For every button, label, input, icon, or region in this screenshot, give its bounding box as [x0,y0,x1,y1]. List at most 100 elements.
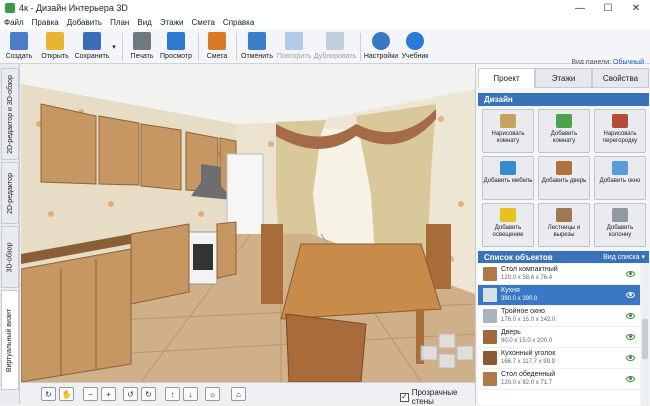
tab-3d-view[interactable]: 3D-обзор [1,226,19,288]
settings-button[interactable]: Настройки [364,31,398,63]
print-button[interactable]: Печать [128,31,156,63]
zoom-out-button[interactable]: − [83,387,98,401]
home-view-button[interactable]: ⌂ [231,387,246,401]
visibility-eye-icon[interactable] [626,292,635,298]
printer-icon [133,32,151,50]
add-door-button[interactable]: Добавить дверь [538,156,590,200]
add-column-button[interactable]: Добавить колонну [594,203,646,247]
visibility-eye-icon[interactable] [626,313,635,319]
visibility-eye-icon[interactable] [626,334,635,340]
right-panel: Проект Этажи Свойства Дизайн Нарисовать … [475,64,650,405]
estimate-button[interactable]: Смета [204,31,230,63]
visibility-eye-icon[interactable] [626,376,635,382]
new-doc-icon [10,32,28,50]
light-button[interactable]: ☼ [205,387,220,401]
scrollbar-thumb[interactable] [642,319,648,359]
tab-project[interactable]: Проект [478,68,535,88]
list-item[interactable]: Стол компактный 120.0 x 58.6 x 76.4 [478,264,640,285]
add-lighting-button[interactable]: Добавить освещение [482,203,534,247]
transparent-walls-checkbox[interactable]: ✓ [400,392,409,402]
tab-floors[interactable]: Этажи [535,68,592,88]
tilt-up-icon: ↑ [170,389,175,399]
add-window-button[interactable]: Добавить окно [594,156,646,200]
chair-front [285,313,367,382]
chevron-down-icon: ▾ [112,44,116,51]
add-room-button[interactable]: Добавить комнату [538,109,590,153]
object-thumbnail [483,372,497,386]
chair-back [261,224,283,304]
list-item[interactable]: Кухня 390.0 x 390.0 [478,285,640,306]
minimize-button[interactable]: — [566,0,594,16]
draw-room-button[interactable]: Нарисовать комнату [482,109,534,153]
stairs-icon [556,208,572,222]
window-icon [612,161,628,175]
viewport-controls: ↻ ✋ − + ↺ ↻ ↑ ↓ ☼ ⌂ ✓ Прозрачные стены [21,382,475,406]
tab-2d-and-3d[interactable]: 2D-редактор и 3D-обзор [1,68,19,160]
tab-2d-editor[interactable]: 2D-редактор [1,162,19,224]
menu-edit[interactable]: Правка [32,18,59,27]
visibility-eye-icon[interactable] [626,271,635,277]
zoom-in-button[interactable]: + [101,387,116,401]
zoom-in-icon: + [106,389,111,399]
stairs-cutouts-button[interactable]: Лестницы и вырезы [538,203,590,247]
tutorial-button[interactable]: Учебник [400,31,430,63]
object-thumbnail [483,309,497,323]
list-item[interactable]: Дверь 90.0 x 15.0 x 200.0 [478,327,640,348]
view-mode-tabs: 2D-редактор и 3D-обзор 2D-редактор 3D-об… [0,64,20,404]
tilt-down-button[interactable]: ↓ [183,387,198,401]
draw-partition-button[interactable]: Нарисовать перегородку [594,109,646,153]
toolbar-divider [236,33,237,61]
toolbar-divider [122,33,123,61]
help-icon [406,32,424,50]
right-panel-tabs: Проект Этажи Свойства [478,68,649,88]
oven-window [193,244,213,270]
menu-file[interactable]: Файл [4,18,24,27]
column-icon [612,208,628,222]
toolbar-divider [360,33,361,61]
list-item[interactable]: Кухонный уголок 166.7 x 117.7 x 99.9 [478,348,640,369]
rotate-right-button[interactable]: ↻ [141,387,156,401]
menu-floors[interactable]: Этажи [160,18,184,27]
menu-view[interactable]: Вид [137,18,151,27]
object-thumbnail [483,351,497,365]
menu-estimate[interactable]: Смета [191,18,214,27]
tilt-up-button[interactable]: ↑ [165,387,180,401]
view-360-button[interactable]: ↻ [41,387,56,401]
kitchen-3d-scene[interactable] [21,64,475,382]
menu-help[interactable]: Справка [223,18,254,27]
preview-button[interactable]: Просмотр [160,31,192,63]
duplicate-button[interactable]: Дублировать [314,31,356,63]
rotate-left-button[interactable]: ↺ [123,387,138,401]
tab-virtual-visit[interactable]: Виртуальный визит [1,290,19,390]
save-button[interactable]: Сохранить [74,31,110,63]
add-furniture-button[interactable]: Добавить мебель [482,156,534,200]
app-icon [5,3,15,13]
menu-bar: Файл Правка Добавить План Вид Этажи Смет… [0,16,650,29]
home-icon: ⌂ [236,389,241,399]
create-button[interactable]: Создать [4,31,34,63]
object-list-scrollbar[interactable] [641,264,649,405]
visibility-eye-icon[interactable] [626,355,635,361]
save-dropdown-button[interactable]: ▾ [110,31,118,63]
tab-properties[interactable]: Свойства [592,68,649,88]
menu-plan[interactable]: План [110,18,129,27]
estimate-icon [208,32,226,50]
folder-icon [46,32,64,50]
redo-button[interactable]: Повторить [276,31,312,63]
base-cabinet-side [216,221,237,279]
transparent-walls-toggle[interactable]: ✓ Прозрачные стены [400,388,475,406]
menu-add[interactable]: Добавить [67,18,102,27]
door-icon [556,161,572,175]
3d-viewport[interactable] [21,64,475,382]
object-thumbnail [483,288,497,302]
list-item[interactable]: Тройное окно 176.0 x 15.0 x 142.0 [478,306,640,327]
pan-button[interactable]: ✋ [59,387,74,401]
undo-button[interactable]: Отменить [240,31,274,63]
list-item[interactable]: Стол обеденный 120.0 x 82.0 x 71.7 [478,369,640,390]
list-view-toggle[interactable]: Вид списка ▾ [603,253,645,261]
open-button[interactable]: Открыть [40,31,70,63]
zoom-out-icon: − [88,389,93,399]
maximize-button[interactable]: ☐ [594,0,622,16]
close-button[interactable]: ✕ [622,0,650,16]
furniture-icon [500,161,516,175]
